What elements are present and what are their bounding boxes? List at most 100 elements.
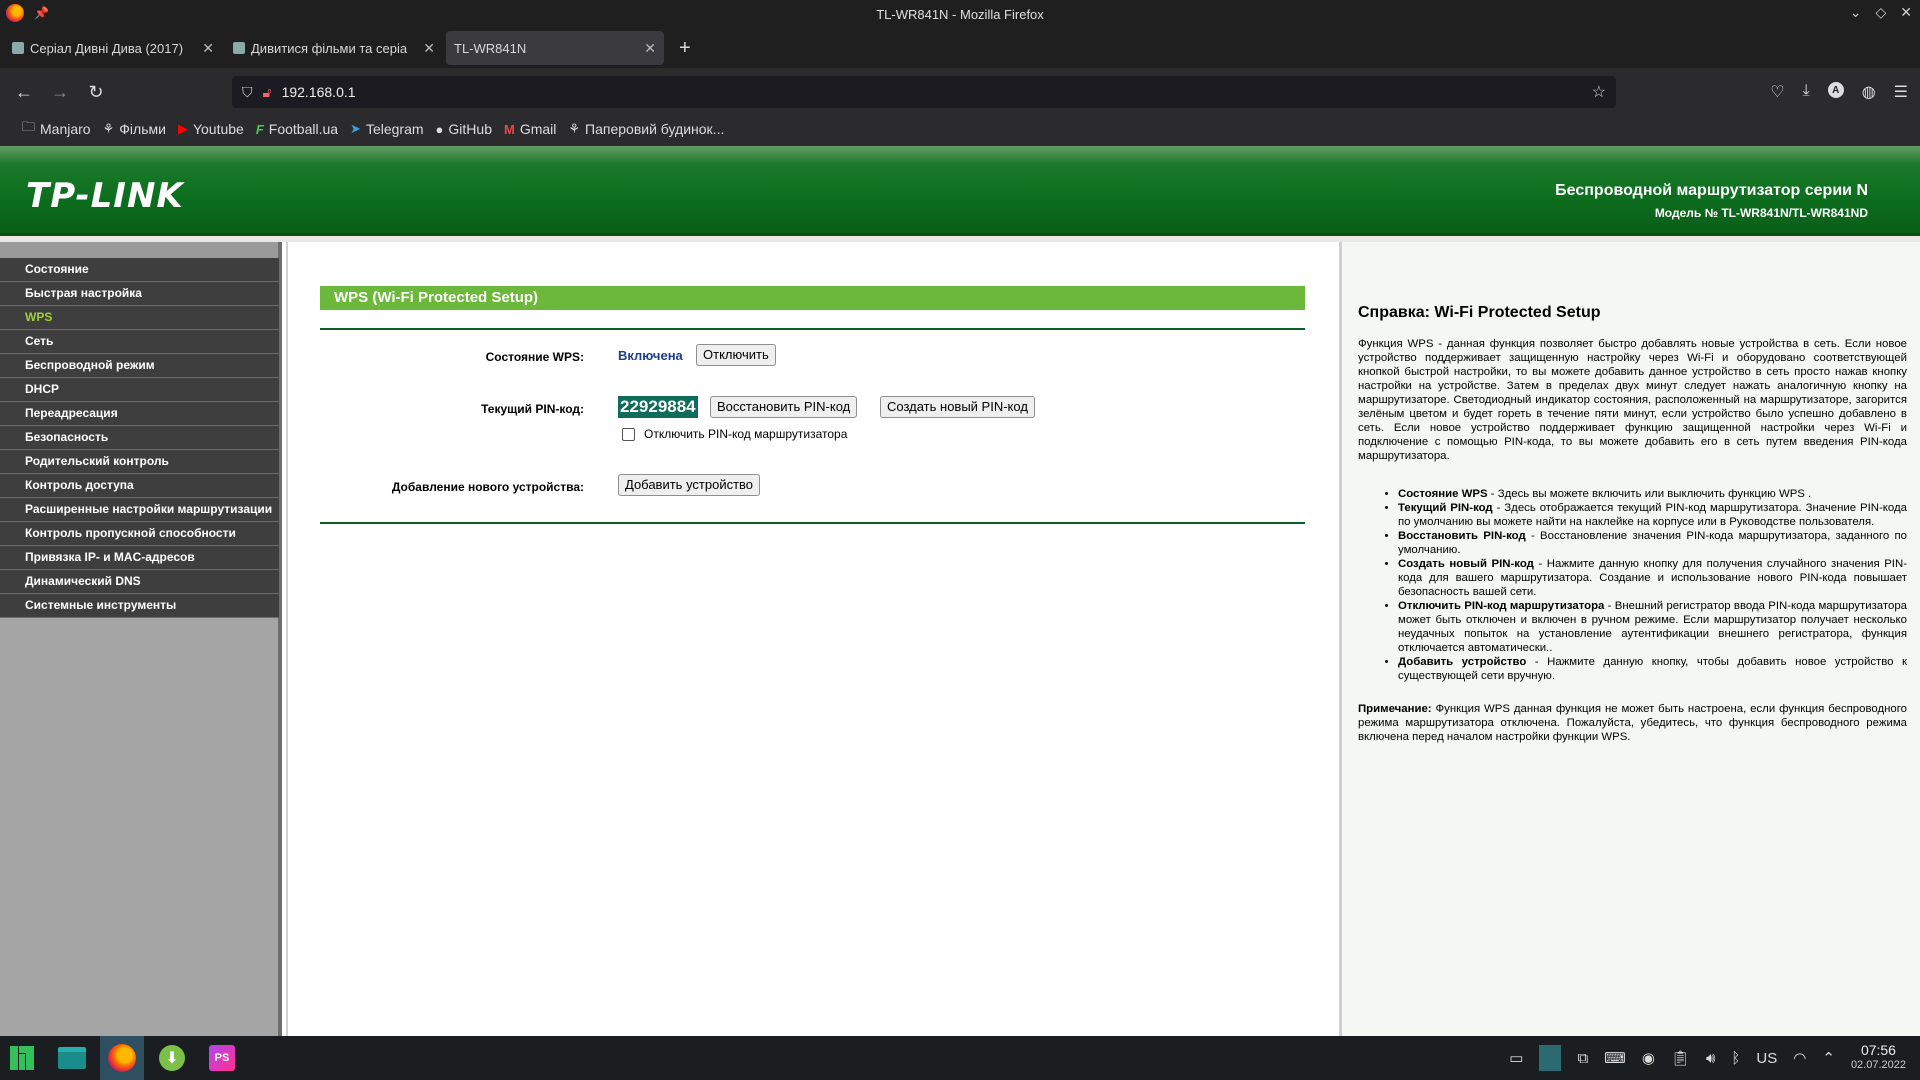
tab-strip: Серіал Дивні Дива (2017) ✕ Дивитися філь… bbox=[0, 28, 1920, 68]
desktop-icon[interactable]: ▭ bbox=[1509, 1049, 1523, 1067]
bookmark-label: Youtube bbox=[192, 121, 244, 137]
clipboard-icon[interactable]: 📋︎ bbox=[1671, 1049, 1690, 1067]
bookmarks-toolbar: 🗀 Manjaro ⚘ Фільми ▶ Youtube F Football.ua ➤… bbox=[0, 112, 1920, 146]
tab-stranger-things[interactable]: Серіал Дивні Дива (2017) ✕ bbox=[4, 31, 222, 65]
manjaro-logo-icon bbox=[10, 1046, 34, 1070]
phpstorm-taskbar-button[interactable]: PS bbox=[200, 1036, 244, 1080]
site-favicon-icon bbox=[233, 42, 245, 54]
tray-expand-icon[interactable]: ⌃ bbox=[1822, 1049, 1835, 1067]
workspace-pager-icon[interactable] bbox=[1539, 1045, 1562, 1071]
firefox-logo-icon bbox=[6, 4, 24, 22]
disable-pin-checkbox[interactable] bbox=[622, 428, 635, 441]
help-note: Примечание: Функция WPS данная функция н… bbox=[1358, 702, 1907, 744]
menu-item-security[interactable]: Безопасность bbox=[0, 426, 279, 450]
terminal-icon[interactable]: ⌨ bbox=[1604, 1049, 1626, 1067]
menu-item-quick-setup[interactable]: Быстрая настройка bbox=[0, 282, 279, 306]
help-term: Отключить PIN-код маршрутизатора bbox=[1398, 600, 1605, 612]
menu-item-forwarding[interactable]: Переадресация bbox=[0, 402, 279, 426]
account-icon[interactable]: A bbox=[1827, 82, 1844, 98]
menu-item-access-control[interactable]: Контроль доступа bbox=[0, 474, 279, 498]
bookmark-github[interactable]: ● GitHub bbox=[436, 121, 492, 137]
maximize-icon[interactable]: ◇ bbox=[1875, 4, 1886, 21]
menu-item-advanced-routing[interactable]: Расширенные настройки маршрутизации bbox=[0, 498, 279, 522]
back-icon[interactable]: ← bbox=[6, 82, 42, 103]
downloads-icon[interactable]: ⤓ bbox=[1803, 82, 1810, 102]
menu-item-network[interactable]: Сеть bbox=[0, 330, 279, 354]
help-title: Справка: Wi-Fi Protected Setup bbox=[1358, 304, 1601, 321]
bookmark-star-icon[interactable]: ☆ bbox=[1592, 82, 1606, 102]
gmail-icon: M bbox=[503, 121, 515, 137]
menu-icon[interactable]: ☰ bbox=[1894, 82, 1908, 102]
wps-state-value: Включена bbox=[618, 348, 683, 363]
tab-router[interactable]: TL-WR841N ✕ bbox=[446, 31, 664, 65]
divider bbox=[320, 328, 1305, 330]
updates-icon[interactable]: ◉ bbox=[1642, 1049, 1655, 1067]
bookmark-football[interactable]: F Football.ua bbox=[256, 121, 338, 137]
taskbar: ⬇ PS ▭ ⧉ ⌨ ◉ 📋︎ 🔊︎ ᛒ US ◠ ⌃ 07:56 02.07.… bbox=[0, 1036, 1920, 1080]
url-bar[interactable]: ⛉ 🔓︎ 192.168.0.1 ☆ bbox=[232, 76, 1616, 108]
pocket-icon[interactable]: ♡ bbox=[1770, 82, 1784, 102]
help-term: Текущий PIN-код bbox=[1398, 502, 1493, 514]
bookmark-label: Gmail bbox=[519, 121, 557, 137]
forward-icon[interactable]: → bbox=[42, 82, 78, 103]
globe-extension-icon[interactable]: ◍ bbox=[1862, 82, 1876, 102]
menu-item-wps[interactable]: WPS bbox=[0, 306, 279, 330]
reload-icon[interactable]: ↻ bbox=[78, 82, 114, 103]
clock-date: 02.07.2022 bbox=[1850, 1059, 1906, 1071]
help-term: Добавить устройство bbox=[1398, 656, 1527, 668]
section-title: WPS (Wi-Fi Protected Setup) bbox=[320, 286, 1305, 310]
volume-icon[interactable]: 🔊︎ bbox=[1706, 1050, 1715, 1067]
clock-time: 07:56 bbox=[1860, 1042, 1896, 1058]
keyboard-layout[interactable]: US bbox=[1756, 1050, 1777, 1067]
menu-item-status[interactable]: Состояние bbox=[0, 258, 279, 282]
menu-item-dhcp[interactable]: DHCP bbox=[0, 378, 279, 402]
menu-item-wireless[interactable]: Беспроводной режим bbox=[0, 354, 279, 378]
folder-icon bbox=[58, 1047, 86, 1069]
divider bbox=[320, 522, 1305, 524]
current-pin-value: 22929884 bbox=[618, 396, 698, 418]
bookmark-youtube[interactable]: ▶ Youtube bbox=[178, 121, 244, 137]
tab-close-icon[interactable]: ✕ bbox=[202, 40, 214, 57]
window-switcher-icon[interactable]: ⧉ bbox=[1577, 1050, 1588, 1067]
minimize-icon[interactable]: ⌄ bbox=[1850, 4, 1862, 21]
tab-close-icon[interactable]: ✕ bbox=[644, 40, 656, 57]
insecure-lock-icon[interactable]: 🔓︎ bbox=[263, 84, 272, 101]
menu-item-system-tools[interactable]: Системные инструменты bbox=[0, 594, 279, 618]
add-device-button[interactable]: Добавить устройство bbox=[618, 474, 761, 496]
shield-icon[interactable]: ⛉ bbox=[242, 84, 253, 101]
bluetooth-icon[interactable]: ᛒ bbox=[1731, 1050, 1740, 1067]
bookmark-manjaro[interactable]: 🗀 Manjaro bbox=[22, 118, 91, 140]
help-note-term: Примечание: bbox=[1358, 703, 1432, 715]
close-window-icon[interactable]: ✕ bbox=[1900, 4, 1912, 21]
add-device-label: Добавление нового устройства: bbox=[391, 480, 584, 494]
bookmark-films[interactable]: ⚘ Фільми bbox=[103, 121, 166, 137]
football-icon: F bbox=[255, 121, 264, 137]
help-item: Восстановить PIN-код - Восстановление зн… bbox=[1398, 529, 1907, 557]
clock[interactable]: 07:56 02.07.2022 bbox=[1851, 1043, 1906, 1073]
tab-title: Дивитися фільми та серіа bbox=[251, 40, 408, 56]
url-text[interactable]: 192.168.0.1 bbox=[282, 84, 356, 100]
downloader-taskbar-button[interactable]: ⬇ bbox=[150, 1036, 194, 1080]
generate-new-pin-button[interactable]: Создать новый PIN-код bbox=[880, 396, 1035, 418]
new-tab-button[interactable]: + bbox=[679, 37, 691, 60]
disable-wps-button[interactable]: Отключить bbox=[696, 344, 776, 366]
menu-item-ip-mac-binding[interactable]: Привязка IP- и MAC-адресов bbox=[0, 546, 279, 570]
bookmark-telegram[interactable]: ➤ Telegram bbox=[350, 121, 424, 137]
tab-close-icon[interactable]: ✕ bbox=[423, 40, 435, 57]
window-title: TL-WR841N - Mozilla Firefox bbox=[876, 6, 1044, 22]
firefox-taskbar-button[interactable] bbox=[100, 1036, 144, 1080]
menu-item-dynamic-dns[interactable]: Динамический DNS bbox=[0, 570, 279, 594]
tab-movies[interactable]: Дивитися фільми та серіа ✕ bbox=[225, 31, 443, 65]
help-item: Состояние WPS - Здесь вы можете включить… bbox=[1398, 487, 1907, 501]
app-launcher-button[interactable] bbox=[0, 1036, 44, 1080]
navigation-toolbar: ← → ↻ ⛉ 🔓︎ 192.168.0.1 ☆ ♡ ⤓ A ◍ ☰ bbox=[0, 72, 1920, 112]
menu-item-parental-control[interactable]: Родительский контроль bbox=[0, 450, 279, 474]
pin-icon[interactable]: 📌 bbox=[34, 6, 49, 20]
file-manager-button[interactable] bbox=[50, 1036, 94, 1080]
menu-item-bandwidth-control[interactable]: Контроль пропускной способности bbox=[0, 522, 279, 546]
bookmark-label: Football.ua bbox=[268, 121, 339, 137]
bookmark-money-heist[interactable]: ⚘ Паперовий будинок... bbox=[568, 121, 724, 137]
bookmark-gmail[interactable]: M Gmail bbox=[504, 121, 556, 137]
wifi-icon[interactable]: ◠ bbox=[1793, 1049, 1806, 1067]
restore-pin-button[interactable]: Восстановить PIN-код bbox=[710, 396, 858, 418]
